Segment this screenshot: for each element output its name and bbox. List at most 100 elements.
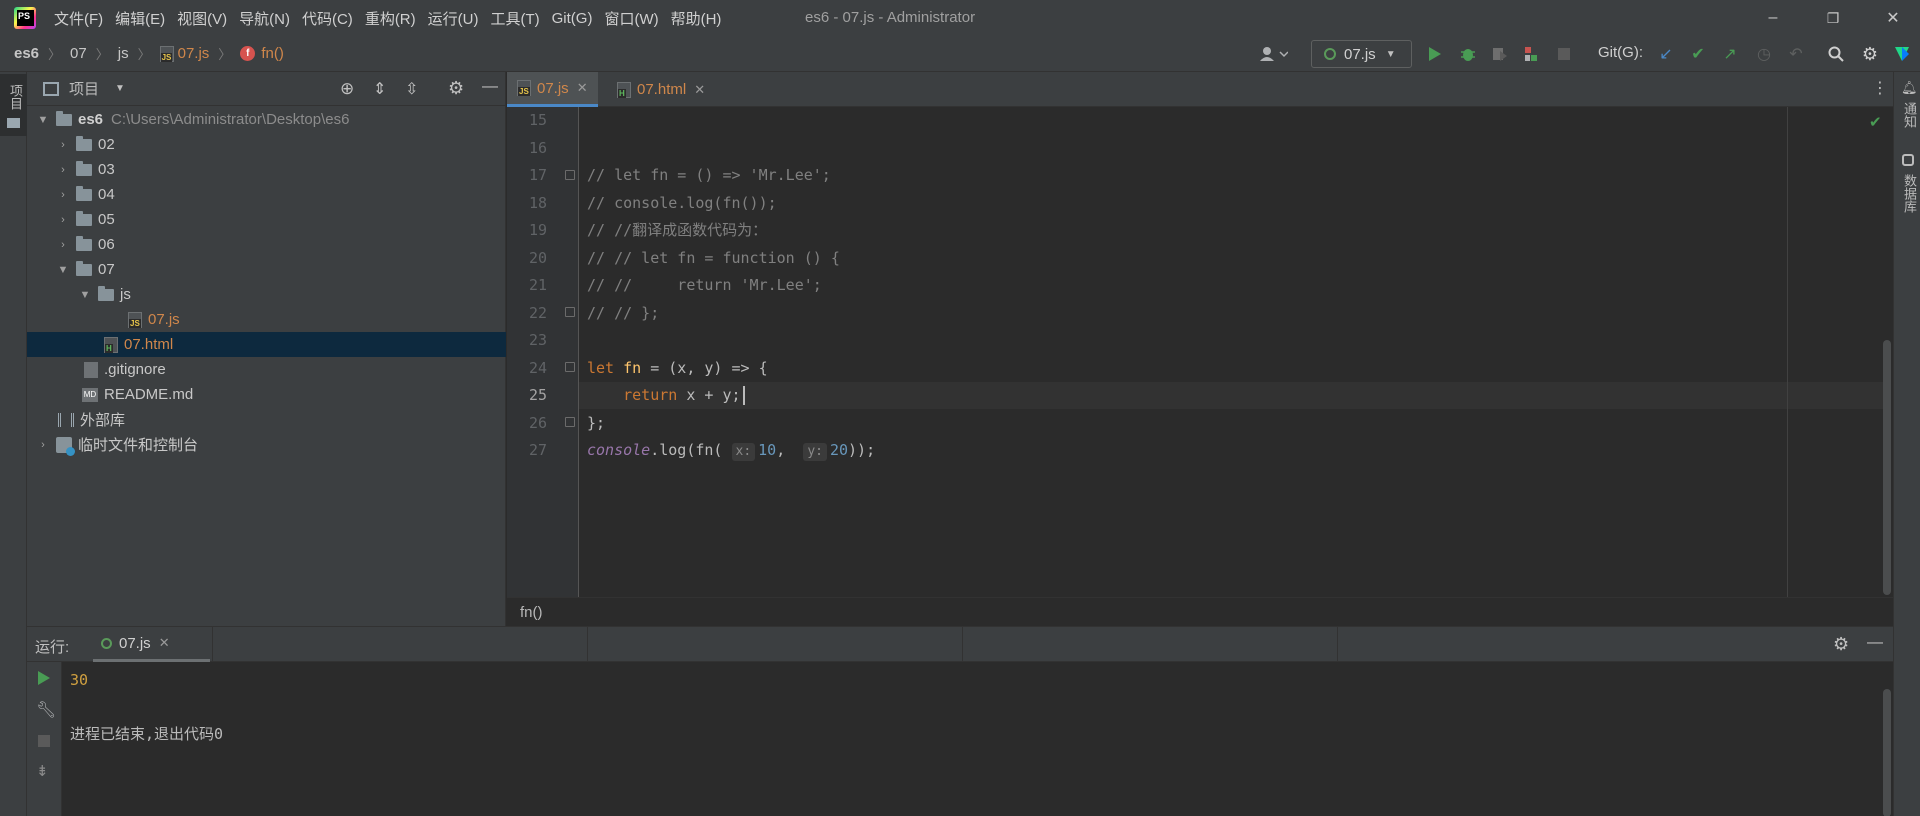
tree-item-02[interactable]: › 02 [27, 132, 506, 157]
locate-icon[interactable]: ⊕ [340, 79, 354, 99]
chevron-right-icon: 〉 [48, 47, 62, 62]
breadcrumb-file-label: 07.js [177, 45, 210, 62]
wrench-icon[interactable]: 🔧︎ [36, 700, 56, 720]
tree-item-js[interactable]: ▼ js [27, 282, 506, 307]
tree-item-07-js[interactable]: 07.js [27, 307, 506, 332]
code-text: x + y; [677, 386, 741, 404]
close-icon[interactable]: ✕ [577, 80, 588, 96]
fold-marker-icon[interactable] [565, 170, 575, 180]
rollback-icon[interactable]: ↶ [1786, 44, 1806, 64]
menu-file[interactable]: 文件(F) [54, 8, 103, 29]
menu-window[interactable]: 窗口(W) [604, 8, 658, 29]
editor-scrollbar[interactable] [1883, 340, 1891, 595]
tree-item-03[interactable]: › 03 [27, 157, 506, 182]
tree-item-scratches[interactable]: › 临时文件和控制台 [27, 432, 506, 457]
settings-icon[interactable]: ⚙ [1833, 634, 1849, 655]
number-literal: 10 [758, 441, 777, 459]
menu-navigate[interactable]: 导航(N) [239, 8, 290, 29]
more-tabs-icon[interactable]: ⋮ [1872, 78, 1888, 98]
file-icon [84, 361, 98, 378]
tree-item-readme[interactable]: MD README.md [27, 382, 506, 407]
function-name: fn [623, 358, 642, 377]
debug-icon[interactable] [1458, 44, 1478, 64]
breadcrumb-project[interactable]: es6 [14, 45, 39, 62]
project-window-icon [43, 81, 59, 96]
settings-icon[interactable]: ⚙ [1860, 44, 1880, 64]
menu-help[interactable]: 帮助(H) [671, 8, 722, 29]
scroll-to-end-icon[interactable]: ⇟ [36, 762, 49, 780]
tree-item-06[interactable]: › 06 [27, 232, 506, 257]
fold-marker-icon[interactable] [565, 417, 575, 427]
chevron-down-icon[interactable]: ▼ [115, 83, 125, 94]
line-number: 22 [528, 303, 547, 322]
editor-breadcrumb-function[interactable]: fn() [520, 604, 543, 621]
hide-panel-icon[interactable]: — [1867, 634, 1883, 652]
expand-all-icon[interactable]: ⇕ [373, 79, 386, 99]
breadcrumb-folder-js[interactable]: js [118, 45, 129, 62]
folder-icon [76, 235, 92, 251]
tree-item-04[interactable]: › 04 [27, 182, 506, 207]
menu-run[interactable]: 运行(U) [428, 8, 479, 29]
js-file-icon [517, 80, 531, 96]
fold-marker-icon[interactable] [565, 307, 575, 317]
console-output-exit: 进程已结束,退出代码0 [70, 725, 224, 743]
breadcrumb-file[interactable]: 07.js [159, 45, 210, 62]
coverage-icon[interactable] [1490, 44, 1510, 64]
notifications-tool-button[interactable]: 通知 [1900, 102, 1919, 128]
parameter-hint-y: y: [803, 443, 827, 461]
fold-marker-icon[interactable] [565, 362, 575, 372]
project-panel-title[interactable]: 项目 [69, 78, 99, 99]
run-configuration-select[interactable]: 07.js ▼ [1311, 40, 1412, 68]
phpstorm-logo-icon [14, 7, 36, 29]
project-tool-button[interactable]: 项目 [0, 74, 27, 136]
run-tab-07-js[interactable]: 07.js ✕ [93, 627, 210, 662]
run-icon[interactable] [1425, 44, 1445, 64]
rerun-icon[interactable] [37, 670, 51, 690]
inspection-ok-icon[interactable]: ✔ [1869, 113, 1882, 131]
close-icon[interactable]: ✕ [694, 82, 705, 98]
tree-item-label: 02 [98, 136, 115, 153]
tree-root-es6[interactable]: ▼ es6 C:\Users\Administrator\Desktop\es6 [27, 107, 506, 132]
git-commit-icon[interactable]: ✔ [1688, 44, 1708, 64]
search-icon[interactable] [1826, 44, 1846, 64]
editor-gutter: 15 16 17 18 19 20 21 22 23 24 25 26 27 [507, 107, 579, 597]
stop-icon[interactable] [1554, 44, 1574, 64]
menu-refactor[interactable]: 重构(R) [365, 8, 416, 29]
menu-git[interactable]: Git(G) [552, 10, 593, 27]
hide-panel-icon[interactable]: — [482, 78, 498, 96]
stop-icon[interactable] [37, 734, 51, 752]
menu-view[interactable]: 视图(V) [177, 8, 227, 29]
menu-tools[interactable]: 工具(T) [490, 8, 539, 29]
database-tool-button[interactable]: 数据库 [1900, 174, 1919, 213]
settings-icon[interactable]: ⚙ [448, 78, 464, 99]
code-text: .log(fn( [650, 441, 723, 459]
tree-item-05[interactable]: › 05 [27, 207, 506, 232]
run-panel-header: 运行: 07.js ✕ ⚙ — [27, 627, 1893, 662]
menu-edit[interactable]: 编辑(E) [115, 8, 165, 29]
tree-item-external-libraries[interactable]: 外部库 [27, 407, 506, 432]
tab-07-html[interactable]: 07.html ✕ [607, 72, 715, 107]
close-button[interactable]: ✕ [1866, 0, 1920, 36]
profile-icon[interactable] [1521, 44, 1541, 64]
tree-item-gitignore[interactable]: .gitignore [27, 357, 506, 382]
right-tool-strip: 🔔︎ 通知 数据库 [1893, 72, 1920, 816]
user-icon[interactable] [1256, 44, 1290, 64]
close-icon[interactable]: ✕ [159, 635, 170, 651]
breadcrumb-folder-07[interactable]: 07 [70, 45, 87, 62]
minimize-button[interactable]: – [1746, 0, 1800, 36]
tree-item-07[interactable]: ▼ 07 [27, 257, 506, 282]
git-update-icon[interactable]: ↙ [1656, 44, 1676, 64]
tab-07-js[interactable]: 07.js ✕ [507, 72, 598, 107]
breadcrumb-function[interactable]: f fn() [240, 45, 284, 62]
code-editor[interactable]: // let fn = () => 'Mr.Lee'; // console.l… [579, 107, 1886, 597]
tree-item-07-html[interactable]: 07.html [27, 332, 506, 357]
menu-code[interactable]: 代码(C) [302, 8, 353, 29]
console-scrollbar[interactable] [1883, 689, 1891, 816]
title-bar: 文件(F) 编辑(E) 视图(V) 导航(N) 代码(C) 重构(R) 运行(U… [0, 0, 1920, 36]
toolbox-icon[interactable] [1892, 44, 1912, 64]
history-icon[interactable]: ◷ [1754, 44, 1774, 64]
restore-button[interactable]: ❐ [1806, 0, 1860, 36]
git-push-icon[interactable]: ↗ [1720, 44, 1740, 64]
project-tool-label: 项目 [8, 84, 23, 110]
collapse-all-icon[interactable]: ⇳ [405, 79, 418, 99]
